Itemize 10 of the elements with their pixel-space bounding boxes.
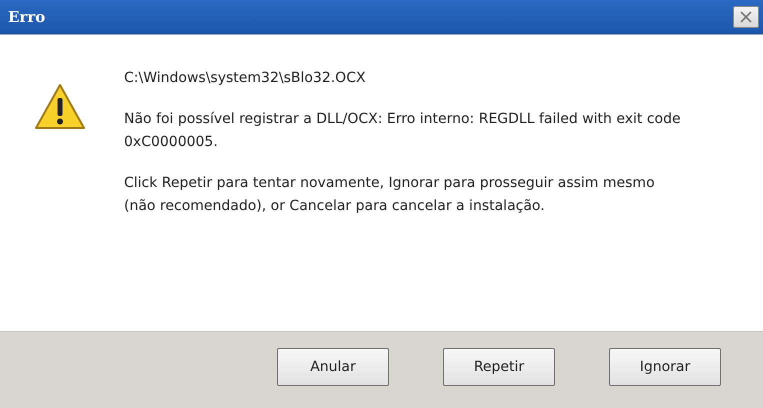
dialog-button[interactable]: Repetir <box>443 348 555 386</box>
window-title: Erro <box>8 8 46 26</box>
dialog-button[interactable]: Anular <box>277 348 389 386</box>
dialog-button[interactable]: Ignorar <box>609 348 721 386</box>
warning-icon <box>34 83 86 131</box>
close-button[interactable] <box>733 6 759 28</box>
error-message: Não foi possível registrar a DLL/OCX: Erro interno: REGDLL failed with exit code 0xC0000005. <box>124 110 682 152</box>
instruction-text: Click Repetir para tentar novamente, Ignorar para prosseguir assim mesmo (não recomendado), or Cancelar para cancelar a instalação. <box>124 174 656 216</box>
file-path: C:\Windows\system32\sBlo32.OCX <box>124 69 367 88</box>
close-icon <box>740 11 752 23</box>
